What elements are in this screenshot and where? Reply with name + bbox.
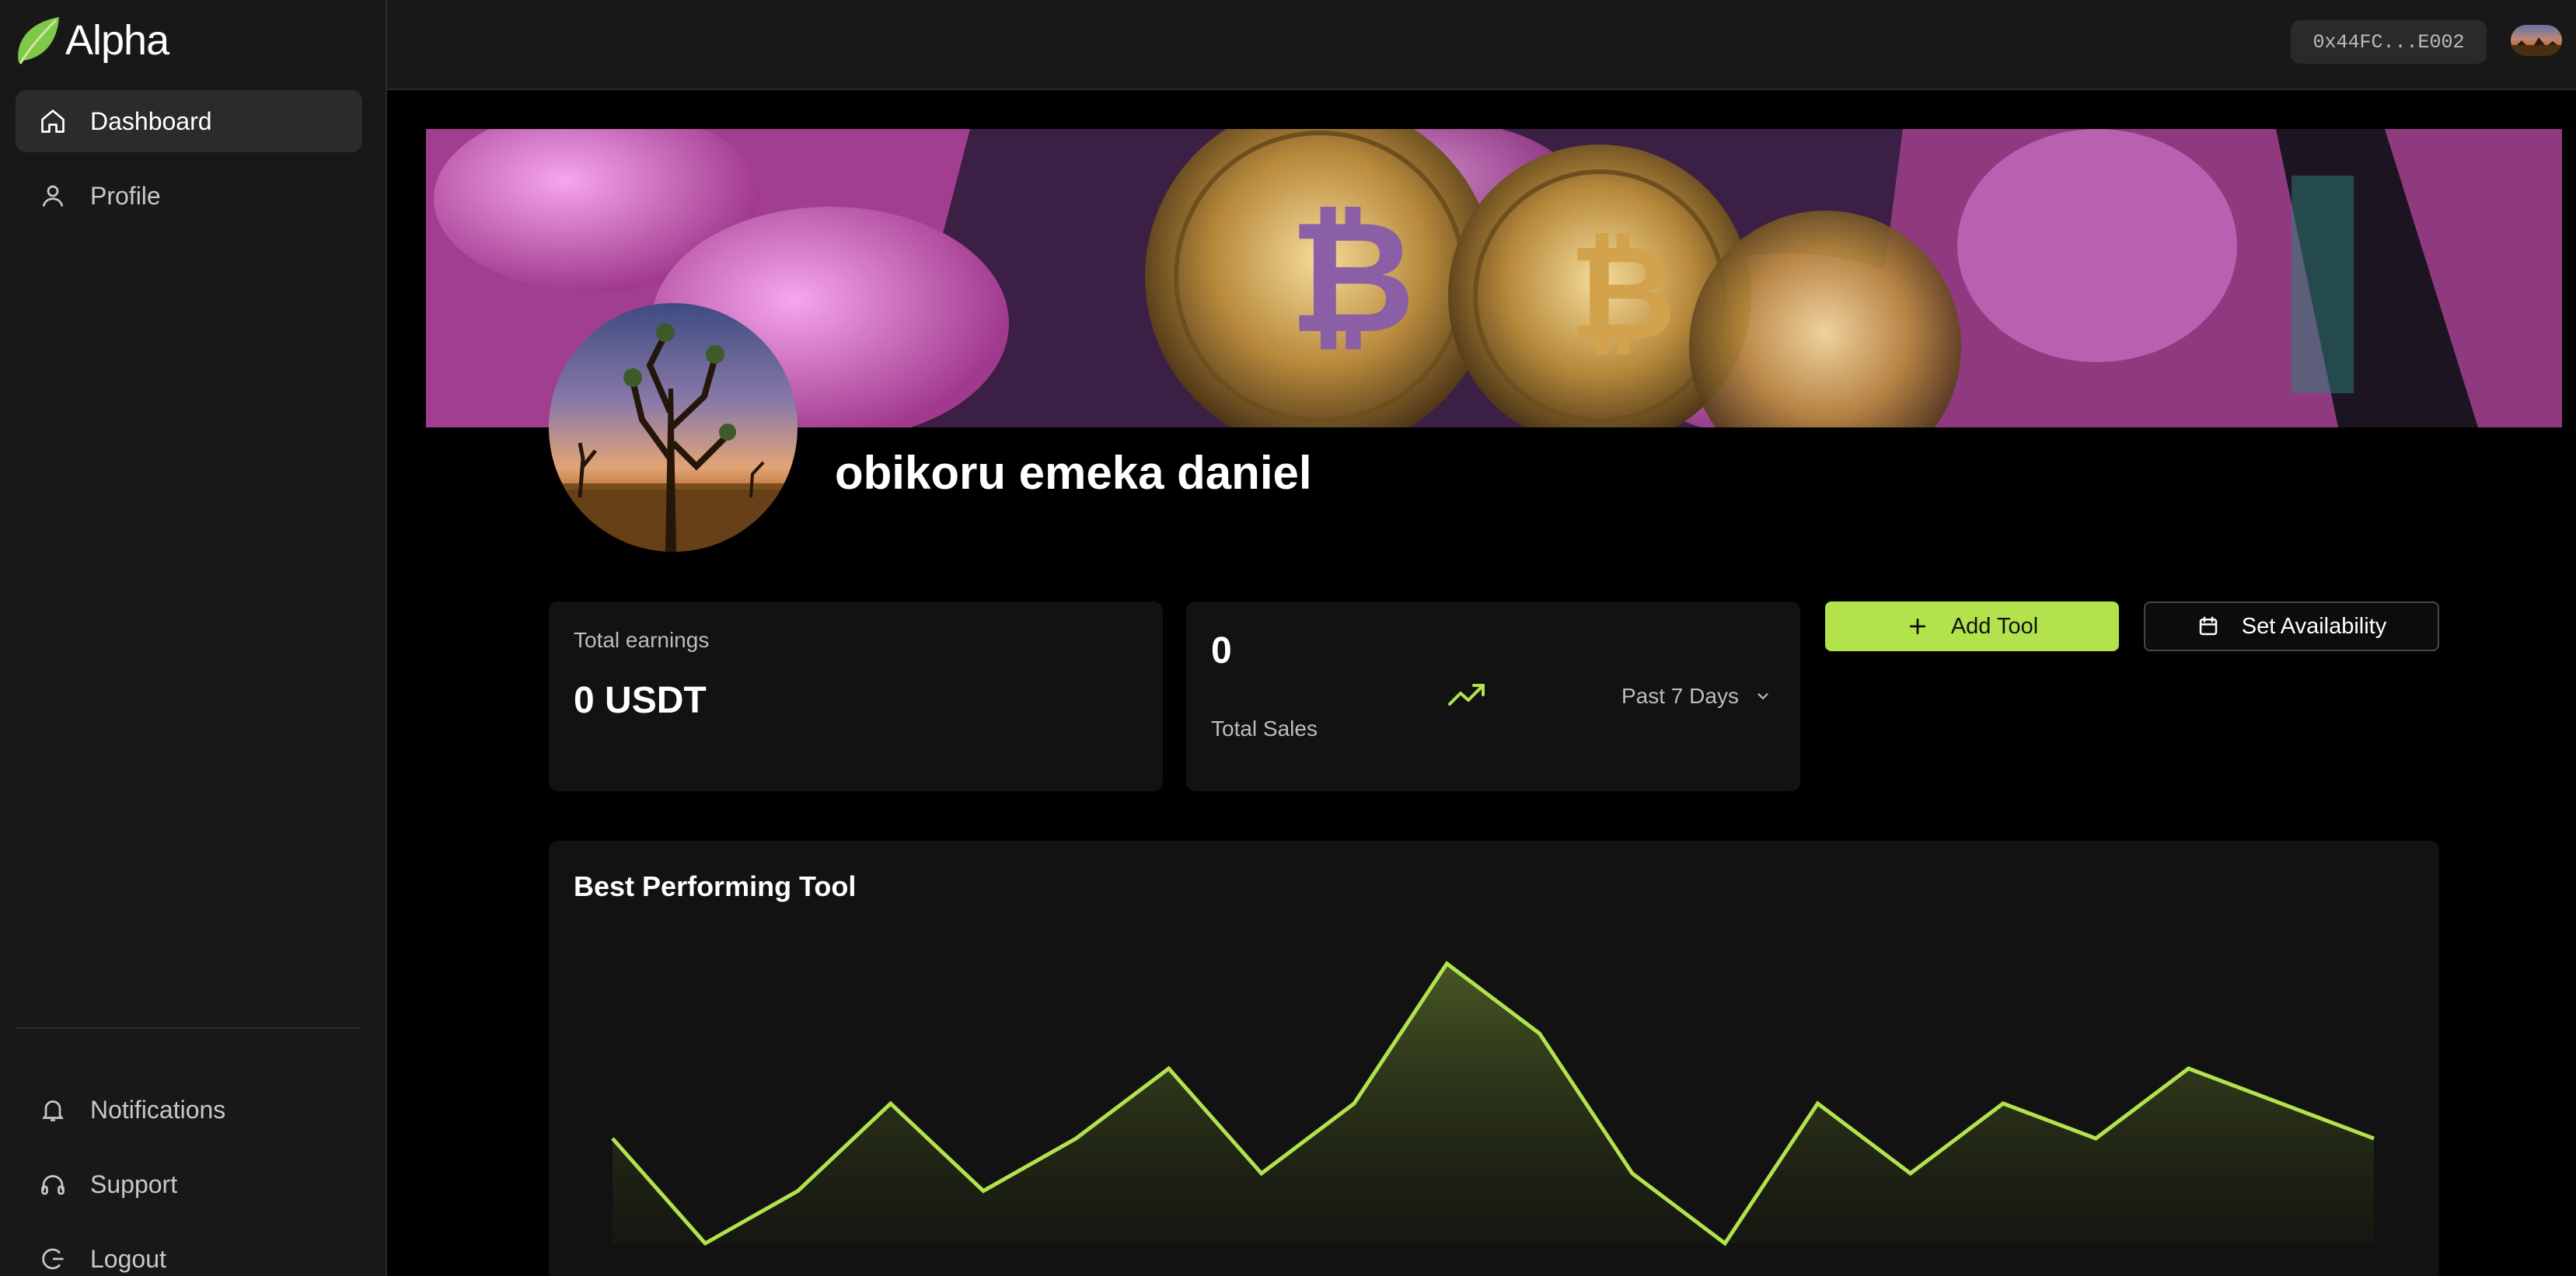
- total-earnings-value: 0 USDT: [574, 680, 707, 721]
- app-logo[interactable]: Alpha: [14, 14, 169, 67]
- total-earnings-card: Total earnings 0 USDT: [549, 601, 1163, 791]
- leaf-logo-icon: [18, 17, 59, 64]
- plus-icon: [1909, 618, 1925, 635]
- total-sales-value: 0: [1211, 630, 1232, 671]
- wallet-address-button[interactable]: 0x44FC...E002: [2291, 20, 2487, 64]
- sidebar-item-dashboard[interactable]: Dashboard: [16, 90, 362, 152]
- svg-text:₿: ₿: [1569, 217, 1677, 371]
- sidebar-item-label: Profile: [90, 181, 161, 210]
- svg-text:₿: ₿: [1289, 187, 1415, 368]
- set-availability-button-label: Set Availability: [2241, 613, 2387, 639]
- sidebar-item-label: Logout: [90, 1244, 166, 1273]
- set-availability-button[interactable]: Set Availability: [2144, 601, 2439, 651]
- sidebar-divider: [16, 1027, 361, 1029]
- headphones-icon: [41, 1175, 65, 1195]
- profile-avatar[interactable]: [549, 303, 798, 552]
- joshua-tree-photo: [549, 323, 798, 552]
- chart-area-fill: [613, 964, 2374, 1243]
- logout-icon: [42, 1248, 64, 1270]
- total-sales-label: Total Sales: [1211, 716, 1318, 741]
- period-select[interactable]: Past 7 Days: [1621, 684, 1771, 709]
- top-bar: 0x44FC...E002: [387, 0, 2576, 90]
- add-tool-button[interactable]: Add Tool: [1825, 601, 2119, 651]
- sidebar-item-logout[interactable]: Logout: [16, 1228, 362, 1276]
- calendar-icon: [2199, 616, 2218, 636]
- total-earnings-label: Total earnings: [574, 628, 710, 652]
- sidebar-item-profile[interactable]: Profile: [16, 165, 362, 227]
- total-sales-card: 0 Total Sales Past 7 Days: [1186, 601, 1800, 791]
- sidebar-item-notifications[interactable]: Notifications: [16, 1079, 362, 1141]
- sidebar: Alpha Dashboard Profile Notifications Su…: [0, 0, 387, 1276]
- sidebar-item-label: Dashboard: [90, 106, 212, 135]
- app-name: Alpha: [65, 17, 169, 64]
- bell-icon: [42, 1100, 64, 1121]
- add-tool-button-label: Add Tool: [1950, 613, 2039, 639]
- best-performing-tool-chart: [611, 960, 2375, 1246]
- sidebar-item-label: Support: [90, 1170, 178, 1198]
- user-avatar[interactable]: [2511, 25, 2562, 56]
- profile-name: obikoru emeka daniel: [835, 447, 1312, 499]
- user-icon: [42, 185, 64, 207]
- home-icon: [41, 110, 65, 133]
- sidebar-item-label: Notifications: [90, 1095, 226, 1124]
- period-select-value: Past 7 Days: [1621, 684, 1739, 708]
- best-performing-tool-card: Best Performing Tool: [549, 841, 2439, 1276]
- chevron-down-icon: [1757, 693, 1768, 700]
- landscape-thumbnail-icon: [2511, 37, 2562, 56]
- sidebar-item-support[interactable]: Support: [16, 1153, 362, 1215]
- trending-up-icon: [1448, 684, 1485, 706]
